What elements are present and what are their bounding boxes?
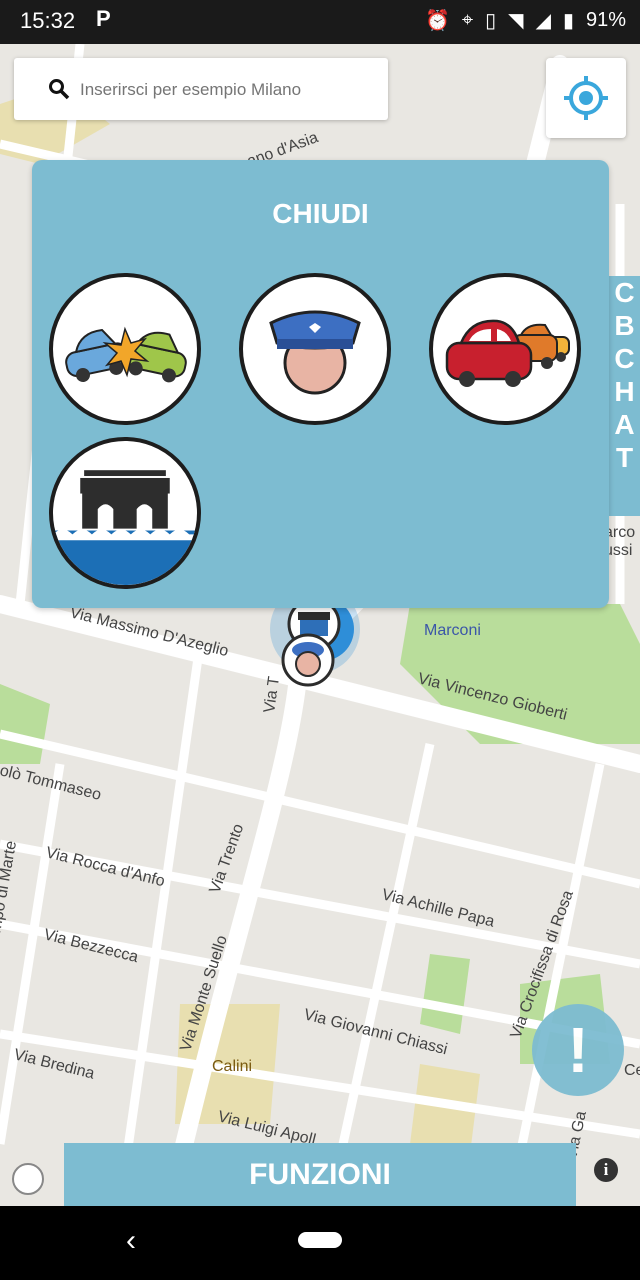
traffic-jam-icon [445, 319, 570, 387]
tab-letter: C [614, 343, 635, 374]
signal-icon: ◢ [535, 10, 551, 32]
home-button[interactable] [298, 1232, 342, 1248]
report-flood-button[interactable] [49, 437, 201, 589]
mapbox-logo [12, 1163, 44, 1195]
tab-letter: C [614, 277, 635, 308]
flood-icon [53, 470, 197, 585]
parking-icon: P [96, 6, 111, 31]
cb-chat-tab[interactable]: C B C H A T [609, 276, 640, 516]
report-panel: CHIUDI [32, 160, 609, 608]
map-label: Ce [624, 1062, 640, 1079]
search-icon [49, 79, 70, 100]
tab-letter: B [614, 310, 635, 341]
battery-icon: ▮ [562, 10, 574, 32]
tab-letter: A [614, 409, 635, 440]
report-traffic-button[interactable] [429, 273, 581, 425]
search-bar[interactable] [14, 58, 388, 122]
car-crash-icon [65, 326, 187, 383]
navigation-bar: ‹ [0, 1206, 640, 1280]
info-icon[interactable]: i [594, 1158, 618, 1182]
report-car-crash-button[interactable] [49, 273, 201, 425]
status-icons: ⏰ ⌖ ▯ ◥ ◢ ▮ 91% [425, 8, 626, 33]
search-input[interactable] [78, 58, 382, 122]
vibrate-icon: ▯ [485, 10, 497, 32]
status-bar: 15:32 P ⏰ ⌖ ▯ ◥ ◢ ▮ 91% [0, 0, 640, 44]
tab-letter: T [615, 442, 634, 473]
map-label: Marconi [424, 622, 481, 639]
close-button[interactable]: CHIUDI [32, 198, 609, 230]
status-time: 15:32 [20, 8, 76, 33]
battery-percent: 91% [585, 9, 626, 31]
crosshair-icon [564, 76, 608, 120]
funzioni-button[interactable]: FUNZIONI [64, 1143, 576, 1206]
locate-me-button[interactable] [546, 58, 626, 138]
map-label: Calini [212, 1058, 253, 1075]
alert-button[interactable]: ! [532, 1004, 624, 1096]
back-icon[interactable]: ‹ [126, 1224, 136, 1258]
wifi-icon: ◥ [508, 10, 524, 32]
police-icon [269, 310, 361, 395]
location-icon: ⌖ [461, 9, 474, 31]
alarm-icon: ⏰ [424, 10, 450, 32]
report-police-button[interactable] [239, 273, 391, 425]
tab-letter: H [614, 376, 635, 407]
